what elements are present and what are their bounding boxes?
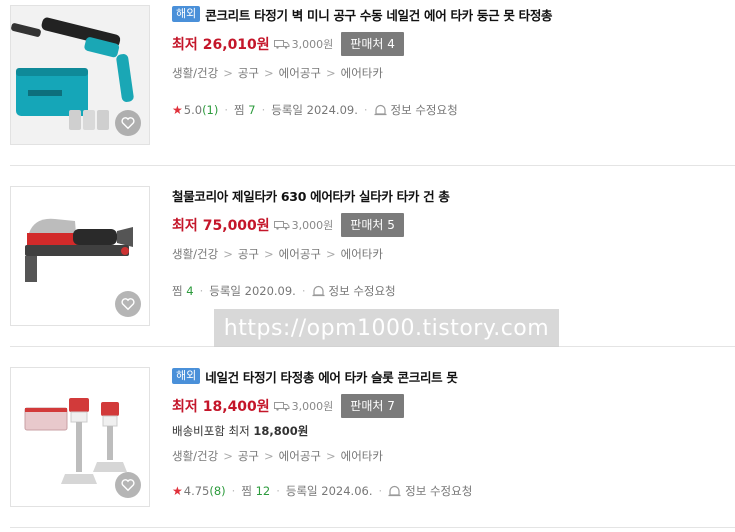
product-thumbnail[interactable]	[10, 367, 150, 507]
truck-icon	[273, 402, 290, 411]
product-meta: ★ 5.0 (1) · 찜 7 · 등록일 2024.09. · 정보 수정요청	[172, 102, 458, 118]
shipping-fee-value: 3,000원	[291, 400, 334, 413]
report-info-button[interactable]: 정보 수정요청	[374, 102, 458, 118]
lowest-price: 75,000원	[202, 218, 270, 234]
registered-date: 등록일 2024.09.	[271, 103, 358, 117]
category-breadcrumb: 생활/건강 > 공구 > 에어공구 > 에어타카	[172, 65, 383, 81]
wish-label: 찜	[234, 103, 245, 117]
category-link[interactable]: 에어공구	[279, 65, 321, 81]
report-label: 정보 수정요청	[390, 103, 458, 117]
registered-date: 등록일 2020.09.	[209, 284, 296, 298]
product-info: 해외 콘크리트 타정기 벽 미니 공구 수동 네일건 에어 타카 둥근 못 타정…	[172, 4, 735, 117]
category-link[interactable]: 공구	[238, 65, 259, 81]
category-link[interactable]: 에어공구	[279, 448, 321, 464]
star-icon: ★	[172, 103, 183, 117]
shipping-fee-value: 3,000원	[291, 38, 334, 51]
product-meta: ★ 4.75 (8) · 찜 12 · 등록일 2024.06. · 정보 수정…	[172, 483, 473, 499]
category-link[interactable]: 에어타카	[341, 246, 383, 262]
overseas-badge: 해외	[172, 368, 201, 384]
heart-icon	[121, 117, 135, 130]
product-info: 철물코리아 제일타카 630 에어타카 실타카 타카 건 총 최저 75,000…	[172, 185, 735, 299]
price-label: 최저	[172, 399, 198, 415]
shipping-fee: 3,000원	[273, 36, 334, 52]
report-label: 정보 수정요청	[405, 484, 473, 498]
rating-value: 5.0	[183, 103, 203, 117]
heart-icon	[121, 479, 135, 492]
bell-icon	[388, 485, 401, 497]
wish-count: 4	[186, 284, 194, 298]
category-breadcrumb: 생활/건강 > 공구 > 에어공구 > 에어타카	[172, 448, 383, 464]
bell-icon	[374, 104, 387, 116]
category-link[interactable]: 생활/건강	[172, 65, 218, 81]
heart-icon	[121, 298, 135, 311]
category-breadcrumb: 생활/건강 > 공구 > 에어공구 > 에어타카	[172, 246, 383, 262]
product-title-link[interactable]: 콘크리트 타정기 벽 미니 공구 수동 네일건 에어 타카 둥근 못 타정총	[205, 5, 552, 24]
category-link[interactable]: 생활/건강	[172, 448, 218, 464]
product-item-1: 해외 콘크리트 타정기 벽 미니 공구 수동 네일건 에어 타카 둥근 못 타정…	[0, 0, 735, 160]
product-item-3: 해외 네일건 타정기 타정총 에어 타카 슬롯 콘크리트 못 최저 18,400…	[0, 362, 735, 522]
review-count[interactable]: (1)	[202, 103, 218, 117]
review-count[interactable]: (8)	[209, 484, 225, 498]
price-label: 최저	[172, 37, 198, 53]
category-link[interactable]: 에어공구	[279, 246, 321, 262]
product-thumbnail[interactable]	[10, 186, 150, 326]
registered-date: 등록일 2024.06.	[285, 484, 373, 498]
wish-label: 찜	[172, 284, 183, 298]
category-link[interactable]: 공구	[238, 448, 259, 464]
wish-count: 12	[255, 484, 271, 498]
report-label: 정보 수정요청	[328, 284, 396, 298]
truck-icon	[273, 40, 290, 49]
category-link[interactable]: 생활/건강	[172, 246, 218, 262]
product-info: 해외 네일건 타정기 타정총 에어 타카 슬롯 콘크리트 못 최저 18,400…	[172, 366, 735, 498]
product-meta: 찜 4 · 등록일 2020.09. · 정보 수정요청	[172, 283, 396, 299]
truck-icon	[273, 221, 290, 230]
star-icon: ★	[172, 484, 183, 498]
overseas-badge: 해외	[172, 6, 201, 22]
lowest-price: 26,010원	[202, 37, 270, 53]
shipping-fee: 3,000원	[273, 217, 334, 233]
product-title-link[interactable]: 철물코리아 제일타카 630 에어타카 실타카 타카 건 총	[172, 186, 450, 205]
wish-count: 7	[248, 103, 256, 117]
product-thumbnail[interactable]	[10, 5, 150, 145]
wishlist-heart-button[interactable]	[115, 472, 141, 498]
seller-count-button[interactable]: 판매처 5	[341, 213, 404, 237]
wishlist-heart-button[interactable]	[115, 291, 141, 317]
watermark-overlay: https://opm1000.tistory.com	[214, 309, 559, 347]
combined-price-label: 배송비포함 최저	[172, 424, 250, 438]
category-link[interactable]: 에어타카	[341, 448, 383, 464]
report-info-button[interactable]: 정보 수정요청	[312, 283, 396, 299]
item-divider	[10, 527, 735, 528]
item-divider	[10, 165, 735, 166]
product-title-link[interactable]: 네일건 타정기 타정총 에어 타카 슬롯 콘크리트 못	[205, 367, 458, 386]
bell-icon	[312, 285, 324, 297]
wishlist-heart-button[interactable]	[115, 110, 141, 136]
lowest-price: 18,400원	[202, 399, 270, 415]
report-info-button[interactable]: 정보 수정요청	[388, 483, 472, 499]
seller-count-button[interactable]: 판매처 7	[341, 394, 404, 418]
price-label: 최저	[172, 218, 198, 234]
shipping-fee: 3,000원	[273, 398, 334, 414]
category-link[interactable]: 에어타카	[341, 65, 383, 81]
combined-price-value: 18,800원	[253, 424, 309, 438]
wish-label: 찜	[241, 484, 252, 498]
combined-price: 배송비포함 최저 18,800원	[172, 423, 735, 439]
shipping-fee-value: 3,000원	[291, 219, 334, 232]
category-link[interactable]: 공구	[238, 246, 259, 262]
seller-count-button[interactable]: 판매처 4	[341, 32, 404, 56]
rating-value: 4.75	[183, 484, 210, 498]
